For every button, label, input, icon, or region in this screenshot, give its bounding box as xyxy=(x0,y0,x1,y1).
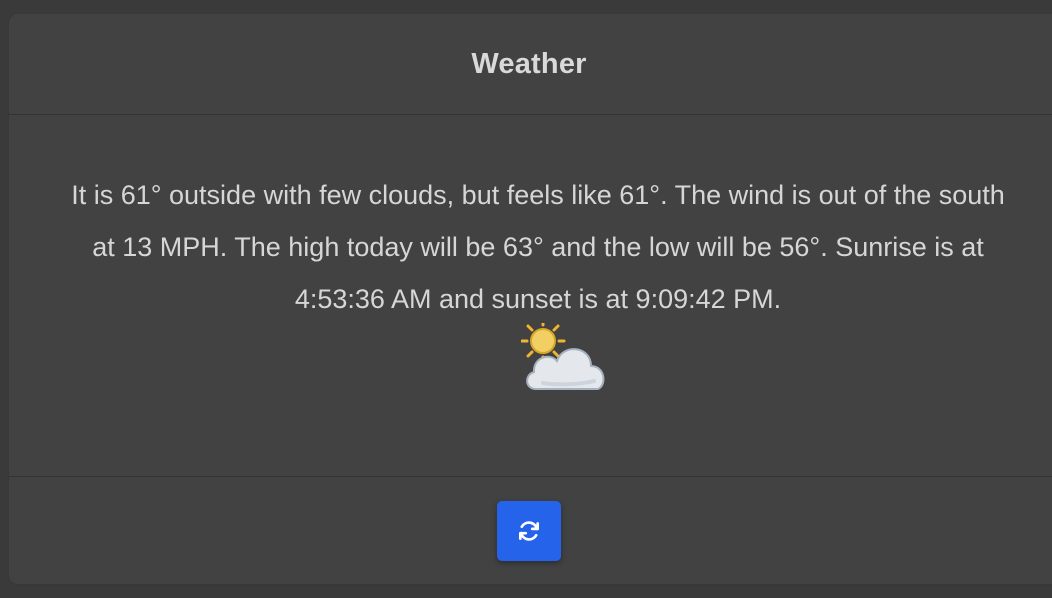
refresh-icon xyxy=(518,521,540,541)
refresh-button[interactable] xyxy=(497,501,561,561)
card-title: Weather xyxy=(471,47,587,80)
card-header: Weather xyxy=(9,14,1052,115)
sun-behind-cloud-icon xyxy=(521,323,605,390)
card-body: It is 61° outside with few clouds, but f… xyxy=(9,115,1052,477)
card-footer xyxy=(9,477,1052,584)
weather-description: It is 61° outside with few clouds, but f… xyxy=(71,180,1005,314)
sun-icon xyxy=(521,323,566,364)
weather-card: Weather It is 61° outside with few cloud… xyxy=(8,13,1052,585)
